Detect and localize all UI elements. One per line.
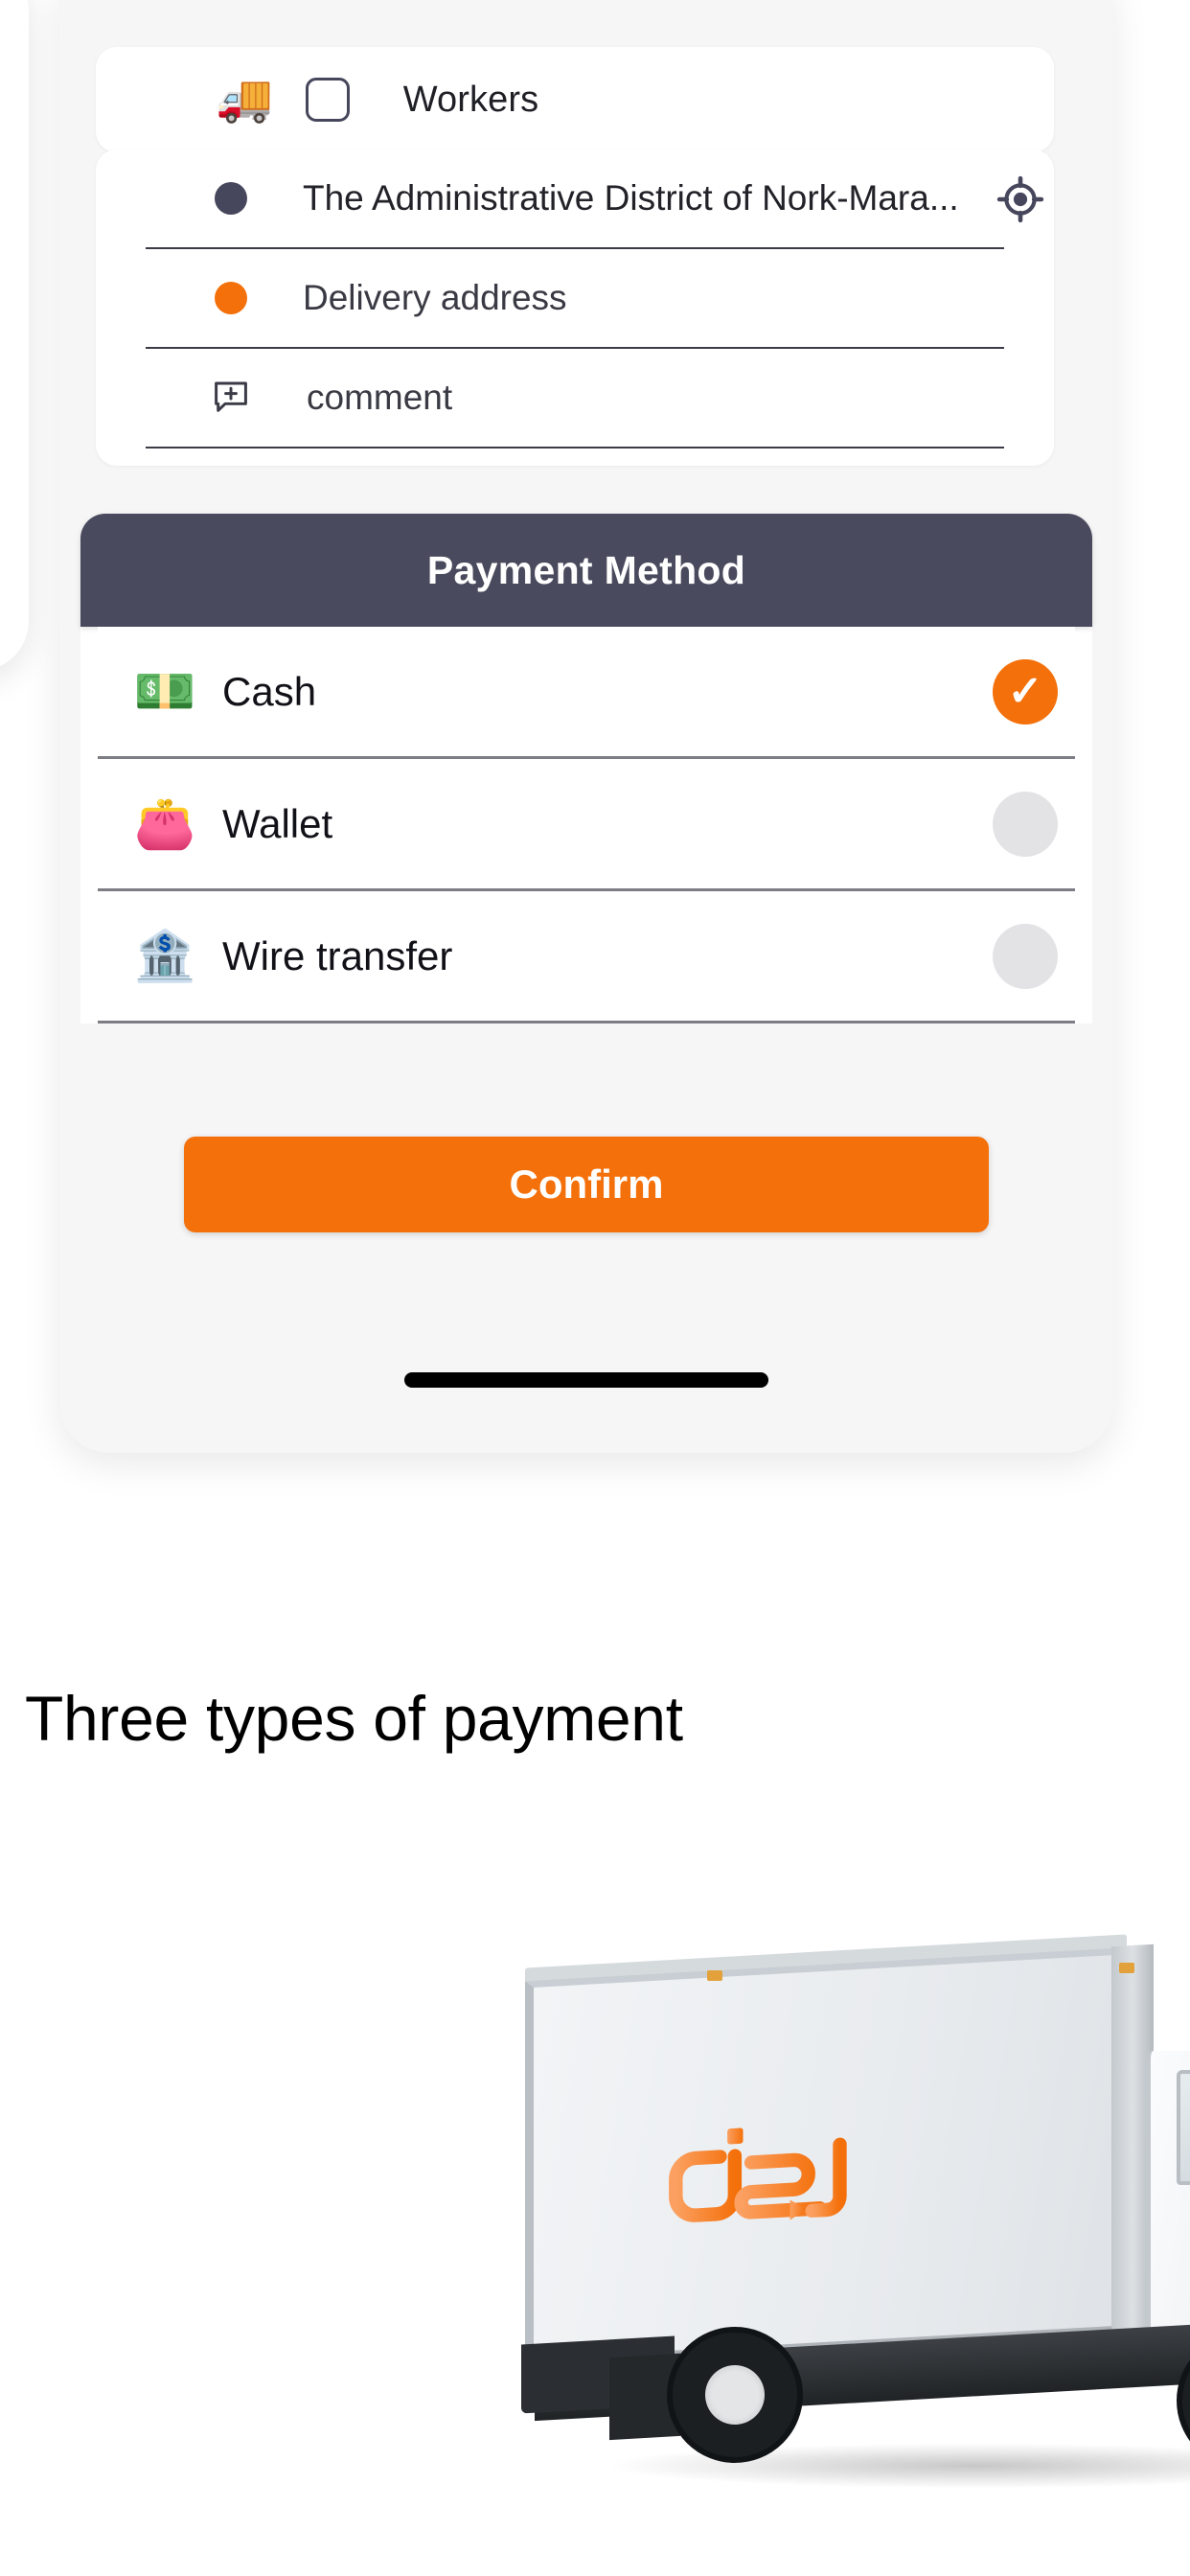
- bank-icon: 🏦: [133, 928, 196, 984]
- payment-option-wallet[interactable]: 👛 Wallet: [98, 759, 1075, 891]
- wallet-icon: 👛: [133, 795, 196, 852]
- c2d-logo-icon: [669, 2128, 847, 2222]
- address-card: The Administrative District of Nork-Mara…: [96, 150, 1054, 466]
- comment-input[interactable]: comment: [307, 378, 452, 418]
- home-indicator: [404, 1372, 768, 1388]
- comment-row[interactable]: comment: [146, 349, 1004, 448]
- delivery-address-row[interactable]: Delivery address: [146, 249, 1004, 349]
- payment-method-title: Payment Method: [426, 547, 746, 592]
- payment-radio-wallet[interactable]: [993, 791, 1058, 857]
- banknotes-icon: 💵: [133, 663, 196, 720]
- truck-rear-wheel: [667, 2327, 803, 2463]
- payment-option-label: Wire transfer: [222, 932, 453, 978]
- payment-option-label: Wallet: [222, 800, 333, 846]
- payment-method-header: Payment Method: [80, 514, 1092, 627]
- pickup-address-value: The Administrative District of Nork-Mara…: [303, 178, 959, 218]
- delivery-marker-icon: [215, 282, 247, 314]
- section-caption: Three types of payment: [25, 1683, 683, 1754]
- add-comment-icon[interactable]: [211, 378, 251, 418]
- pickup-address-row[interactable]: The Administrative District of Nork-Mara…: [146, 150, 1044, 249]
- marketing-page: 🚚 Workers The Administrative District of…: [0, 0, 1190, 2576]
- payment-option-cash[interactable]: 💵 Cash ✓: [98, 627, 1075, 759]
- truck-marker-light: [707, 1970, 722, 1981]
- gps-locate-icon[interactable]: [996, 175, 1044, 223]
- confirm-button[interactable]: Confirm: [184, 1137, 989, 1232]
- pickup-marker-icon: [215, 182, 247, 215]
- payment-radio-cash[interactable]: ✓: [993, 658, 1058, 724]
- payment-method-section: Payment Method 💵 Cash ✓ 👛 Wallet 🏦 Wire …: [80, 514, 1092, 1024]
- delivery-truck-photo: [0, 1821, 1190, 2576]
- check-icon: ✓: [1007, 667, 1043, 715]
- payment-option-wire-transfer[interactable]: 🏦 Wire transfer: [98, 891, 1075, 1024]
- truck-illustration: [521, 1934, 1190, 2488]
- payment-option-label: Cash: [222, 668, 317, 714]
- truck-cab-window: [1177, 2070, 1190, 2185]
- payment-radio-wire-transfer[interactable]: [993, 923, 1058, 989]
- delivery-address-input[interactable]: Delivery address: [303, 278, 567, 318]
- workers-card: 🚚 Workers: [96, 47, 1054, 152]
- delivery-truck-icon: 🚚: [216, 74, 273, 125]
- truck-marker-light: [1119, 1963, 1134, 1973]
- adjacent-screenshot-card: [0, 0, 29, 671]
- confirm-button-container: Confirm: [80, 1137, 1092, 1232]
- workers-label: Workers: [402, 79, 539, 120]
- phone-mockup: 🚚 Workers The Administrative District of…: [59, 0, 1113, 1453]
- workers-checkbox[interactable]: [305, 78, 350, 122]
